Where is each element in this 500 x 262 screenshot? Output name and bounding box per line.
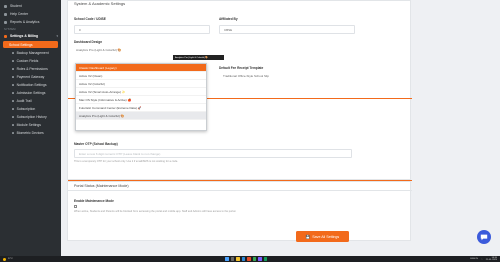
chrome-icon[interactable] (252, 257, 256, 261)
maintenance-checkbox[interactable] (74, 205, 77, 208)
sidebar-item-label: Backup Management (16, 51, 49, 55)
sidebar-item-subscription-history[interactable]: Subscription History (0, 113, 61, 121)
portal-status-title: Portal Status (Maintenance Mode) (74, 184, 129, 188)
divider (68, 190, 412, 191)
chat-button[interactable] (477, 230, 491, 244)
sidebar-item-notification-settings[interactable]: Notification Settings (0, 81, 61, 89)
sidebar-item-label: School Settings (9, 42, 33, 47)
bullet-icon (12, 100, 14, 102)
person-icon (4, 4, 7, 8)
chart-icon (4, 20, 7, 24)
sidebar-item-help-center[interactable]: Help Center (0, 10, 61, 18)
sidebar-item-label: Module Settings (16, 123, 41, 127)
dropdown-option[interactable]: Active V2 (Colorful) (76, 80, 206, 88)
gear-icon (4, 34, 7, 38)
master-otp-input[interactable]: Enter a new 6 digit numeric OTP (Leave b… (74, 149, 352, 158)
sidebar-item-label: Admission Settings (16, 91, 46, 95)
sidebar-item-label: Payment Gateway (16, 75, 45, 79)
school-code-input[interactable]: 0 (74, 25, 210, 34)
sidebar-item-reports[interactable]: Reports & Analytics (0, 18, 61, 26)
sidebar-item-custom-fields[interactable]: Custom Fields (0, 57, 61, 65)
sidebar-item-label: Subscription History (16, 115, 47, 119)
receipt-template-select[interactable]: Traditional Office-Style School Slip (219, 71, 355, 80)
system-tray: ENG IN ◠ 18:35 21-01-2025 (470, 256, 497, 262)
bullet-icon (12, 108, 14, 110)
dropdown-option[interactable]: Active V2 (Clean) (76, 72, 206, 80)
clock[interactable]: 18:35 21-01-2025 (486, 257, 497, 262)
search-icon[interactable] (230, 257, 234, 261)
sidebar: Student Help Center Reports & Analytics … (0, 0, 61, 256)
bullet-icon (12, 60, 14, 62)
save-button-label: Save All Settings (312, 234, 340, 239)
sidebar-item-label: Audit Trail (16, 99, 32, 103)
sidebar-item-roles-permissions[interactable]: Roles & Permissions (0, 65, 61, 73)
app-icon[interactable] (247, 257, 251, 261)
bullet-icon (12, 68, 14, 70)
save-icon: 💾 (305, 234, 311, 239)
sidebar-item-settings-billing[interactable]: Settings & Billing ▾ (0, 32, 61, 40)
sidebar-item-biometric-devices[interactable]: Biometric Devices (0, 129, 61, 137)
bullet-icon (12, 92, 14, 94)
chevron-down-icon: ▾ (56, 34, 58, 38)
language-indicator[interactable]: ENG IN (470, 258, 478, 260)
sidebar-item-label: Custom Fields (16, 59, 39, 63)
dashboard-design-dropdown: Classic Dashboard (Legacy) Active V2 (Cl… (75, 63, 207, 131)
sidebar-item-label: Biometric Devices (16, 131, 44, 135)
sidebar-item-subscription[interactable]: Subscription (0, 105, 61, 113)
weather-icon (3, 257, 6, 261)
dropdown-option[interactable]: Futuristic Command Center (Extreme Data)… (76, 104, 206, 112)
dropdown-option[interactable]: Classic Dashboard (Legacy) (76, 64, 206, 72)
sidebar-item-student[interactable]: Student (0, 2, 61, 10)
maintenance-help: When active, Students and Parents will b… (74, 210, 237, 213)
app-icon[interactable] (258, 257, 262, 261)
bullet-icon (12, 116, 14, 118)
weather-widget[interactable]: 27°C (3, 256, 13, 262)
maintenance-label: Enable Maintenance Mode (74, 199, 114, 203)
bullet-icon (12, 52, 14, 54)
sidebar-item-audit-trail[interactable]: Audit Trail (0, 97, 61, 105)
affiliated-label: Affiliated By (219, 17, 238, 21)
sidebar-item-payment-gateway[interactable]: Payment Gateway (0, 73, 61, 81)
app-icon[interactable] (263, 257, 267, 261)
sidebar-item-label: Student (10, 4, 22, 8)
receipt-template-label: Default Fee Receipt Template (219, 66, 264, 70)
dropdown-option[interactable]: Analytics Pro (Light & Colorful) 🎨 (76, 112, 206, 120)
school-code-label: School Code / UDISE (74, 17, 106, 21)
dashboard-design-label: Dashboard Design (74, 40, 103, 44)
windows-start-icon[interactable] (225, 257, 229, 261)
sidebar-item-label: Subscription (16, 107, 36, 111)
taskbar-apps (225, 257, 269, 261)
bullet-icon (12, 124, 14, 126)
folder-icon[interactable] (236, 257, 240, 261)
save-all-settings-button[interactable]: 💾 Save All Settings (296, 231, 349, 242)
bullet-icon (12, 76, 14, 78)
tooltip: Analytics Pro (Light & Colorful) 🎨 (173, 55, 224, 60)
sidebar-item-label: Help Center (10, 12, 29, 16)
master-otp-label: Master OTP (School Backup) (74, 142, 118, 146)
weather-temp: 27°C (8, 258, 13, 260)
dashboard-design-select[interactable]: Analytics Pro (Light & Colorful) 🎨 (74, 45, 210, 54)
sidebar-item-label: Notification Settings (16, 83, 47, 87)
browser-icon[interactable] (241, 257, 245, 261)
wifi-icon[interactable]: ◠ (481, 258, 483, 261)
sidebar-item-backup-management[interactable]: Backup Management (0, 49, 61, 57)
sidebar-item-admission-settings[interactable]: Admission Settings (0, 89, 61, 97)
master-otp-help: This is a temporary OTP for your school … (74, 160, 178, 163)
sidebar-item-school-settings[interactable]: School Settings (3, 41, 58, 48)
chat-icon (480, 234, 488, 241)
help-icon (4, 12, 7, 16)
os-taskbar: 27°C ENG IN ◠ 18:35 21-01-2025 (0, 256, 500, 262)
sidebar-item-module-settings[interactable]: Module Settings (0, 121, 61, 129)
dropdown-option[interactable]: Active V2 (Smart Auto-Arrange) ✨ (76, 88, 206, 96)
sidebar-item-label: Settings & Billing (10, 34, 39, 38)
sidebar-item-label: Roles & Permissions (16, 67, 48, 71)
affiliated-input[interactable]: CBSE (219, 25, 355, 34)
bullet-icon (12, 132, 14, 134)
portal-status-card: Portal Status (Maintenance Mode) Enable … (67, 181, 412, 241)
clock-date: 21-01-2025 (485, 259, 497, 261)
sidebar-item-label: Reports & Analytics (10, 20, 40, 24)
section-title: System & Academic Settings (74, 1, 126, 6)
dropdown-option[interactable]: Mac OS Style (Informative & Active) 🍎 (76, 96, 206, 104)
bullet-icon (12, 84, 14, 86)
